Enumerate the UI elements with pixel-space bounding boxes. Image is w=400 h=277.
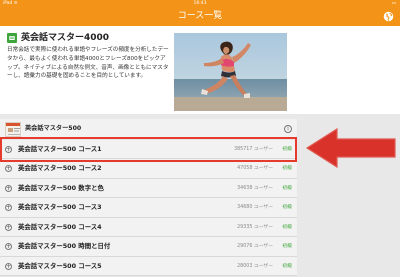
level-label: 初級 xyxy=(282,244,292,249)
level-label: 初級 xyxy=(282,205,292,210)
plus-circle-icon[interactable]: + xyxy=(5,204,12,211)
course-icon xyxy=(7,33,17,43)
level-label: 初級 xyxy=(282,166,292,171)
user-count: 34680 ユーザー xyxy=(237,205,273,210)
level-label: 初級 xyxy=(282,263,292,269)
list-item[interactable]: + 英会話マスター500 数字と色 34638 ユーザー 初級 xyxy=(0,178,297,198)
course-thumbnail xyxy=(5,122,21,137)
list-item[interactable]: + 英会話マスター500 コース4 29335 ユーザー 初級 xyxy=(0,217,297,237)
course-name: 英会話マスター500 コース3 xyxy=(18,203,102,211)
featured-course-title: 英会話マスター4000 xyxy=(21,33,110,43)
course-name: 英会話マスター500 数字と色 xyxy=(18,183,104,192)
featured-course-description: 日常会話で実際に使われる単語やフレーズの頻度を分析したデータから、最もよく使われ… xyxy=(7,47,169,80)
battery-icon: ▭ xyxy=(391,1,396,6)
globe-icon[interactable] xyxy=(383,11,394,22)
course-name: 英会話マスター500 時間と日付 xyxy=(18,242,111,250)
list-item[interactable]: + 英会話マスター500 コース3 34680 ユーザー 初級 xyxy=(0,198,297,218)
runner-photo xyxy=(174,33,287,111)
level-label: 初級 xyxy=(282,185,292,191)
plus-circle-icon[interactable]: + xyxy=(5,184,12,192)
plus-circle-icon[interactable]: + xyxy=(5,223,12,231)
plus-circle-icon[interactable]: + xyxy=(5,243,12,250)
level-label: 初級 xyxy=(282,224,292,230)
user-count: 34638 ユーザー xyxy=(237,185,273,191)
nav-bar: コース一覧 xyxy=(0,7,400,26)
section-header[interactable]: 英会話マスター500 i xyxy=(0,119,297,139)
arrow-left-icon xyxy=(305,127,396,169)
list-item[interactable]: + 英会話マスター500 時間と日付 29076 ユーザー 初級 xyxy=(0,237,297,257)
plus-circle-icon[interactable]: + xyxy=(5,165,12,172)
list-item[interactable]: + 英会話マスター500 コース5 28003 ユーザー 初級 xyxy=(0,256,297,276)
course-name: 英会話マスター500 コース4 xyxy=(18,222,102,231)
status-time: 16:43 xyxy=(193,1,207,6)
section-title: 英会話マスター500 xyxy=(25,125,82,132)
course-name: 英会話マスター500 コース2 xyxy=(18,164,102,172)
course-name: 英会話マスター500 コース5 xyxy=(18,261,102,270)
page-title: コース一覧 xyxy=(177,11,223,21)
user-count: 28003 ユーザー xyxy=(237,263,273,269)
user-count: 47058 ユーザー xyxy=(237,166,273,171)
featured-course-panel[interactable]: 英会話マスター4000 日常会話で実際に使われる単語やフレーズの頻度を分析したデ… xyxy=(0,26,400,114)
info-icon[interactable]: i xyxy=(284,125,292,133)
highlight-box xyxy=(0,137,297,162)
user-count: 29335 ユーザー xyxy=(237,224,273,230)
user-count: 29076 ユーザー xyxy=(237,244,273,249)
status-bar: iPad ≋ 16:43 ▭ xyxy=(0,0,400,7)
plus-circle-icon[interactable]: + xyxy=(5,262,12,270)
